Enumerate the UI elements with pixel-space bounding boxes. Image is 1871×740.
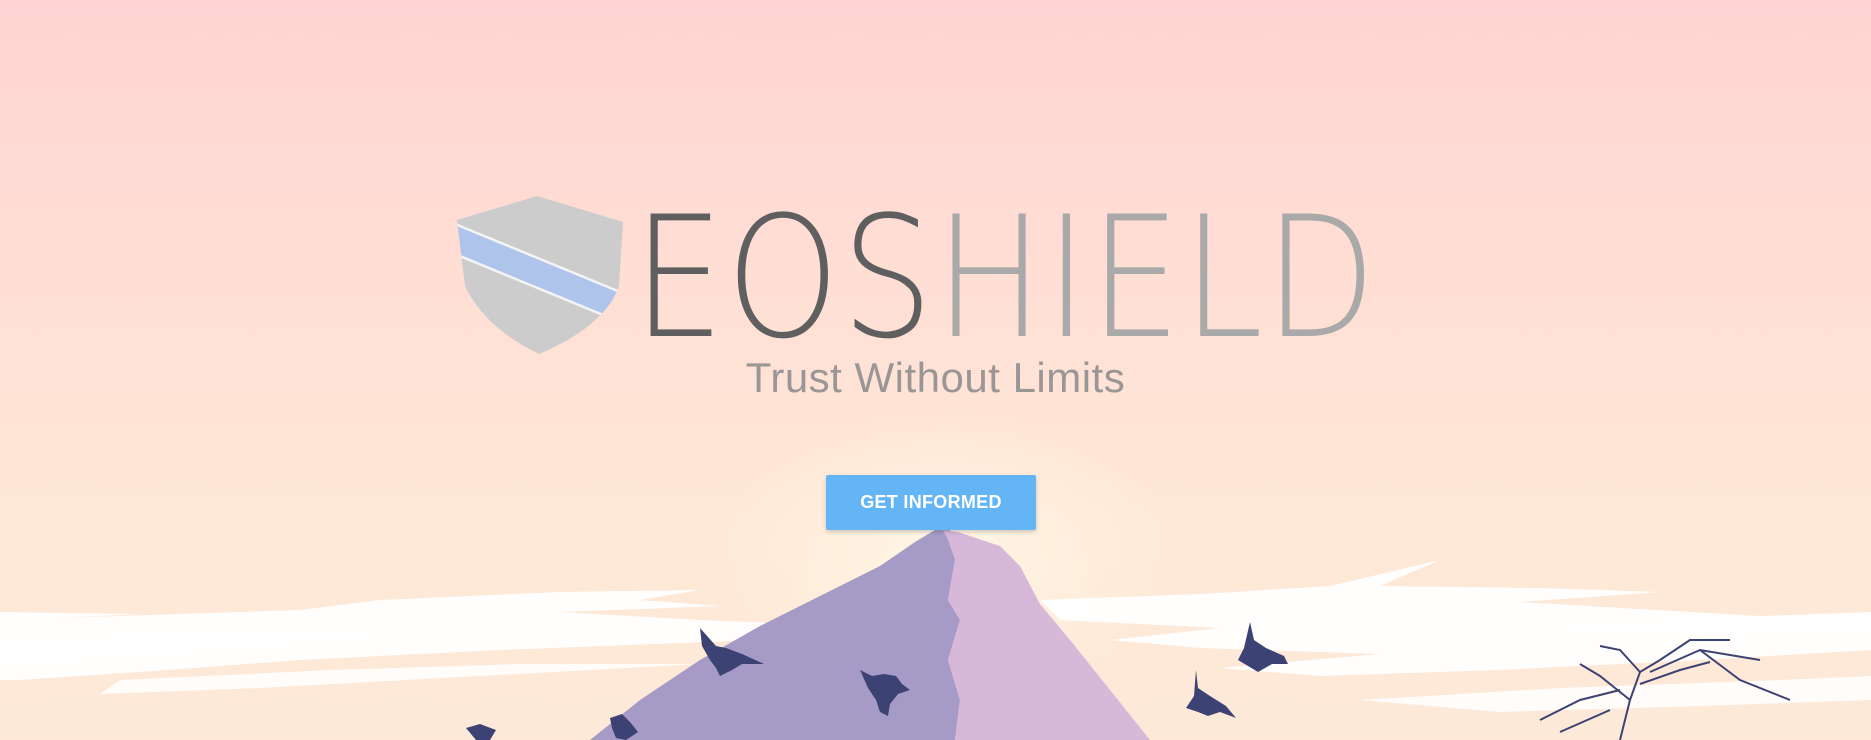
logo: EOSHIELD bbox=[455, 194, 1415, 366]
brand-name-part-2: HIELD bbox=[934, 180, 1378, 376]
shield-icon bbox=[457, 196, 623, 354]
tagline: Trust Without Limits bbox=[745, 354, 1126, 401]
brand-name-part-1: EOS bbox=[633, 180, 935, 376]
brand-wordmark: EOSHIELD bbox=[633, 194, 1378, 362]
hero-section: EOSHIELD Trust Without Limits GET INFORM… bbox=[0, 0, 1871, 740]
get-informed-button[interactable]: GET INFORMED bbox=[826, 475, 1036, 530]
